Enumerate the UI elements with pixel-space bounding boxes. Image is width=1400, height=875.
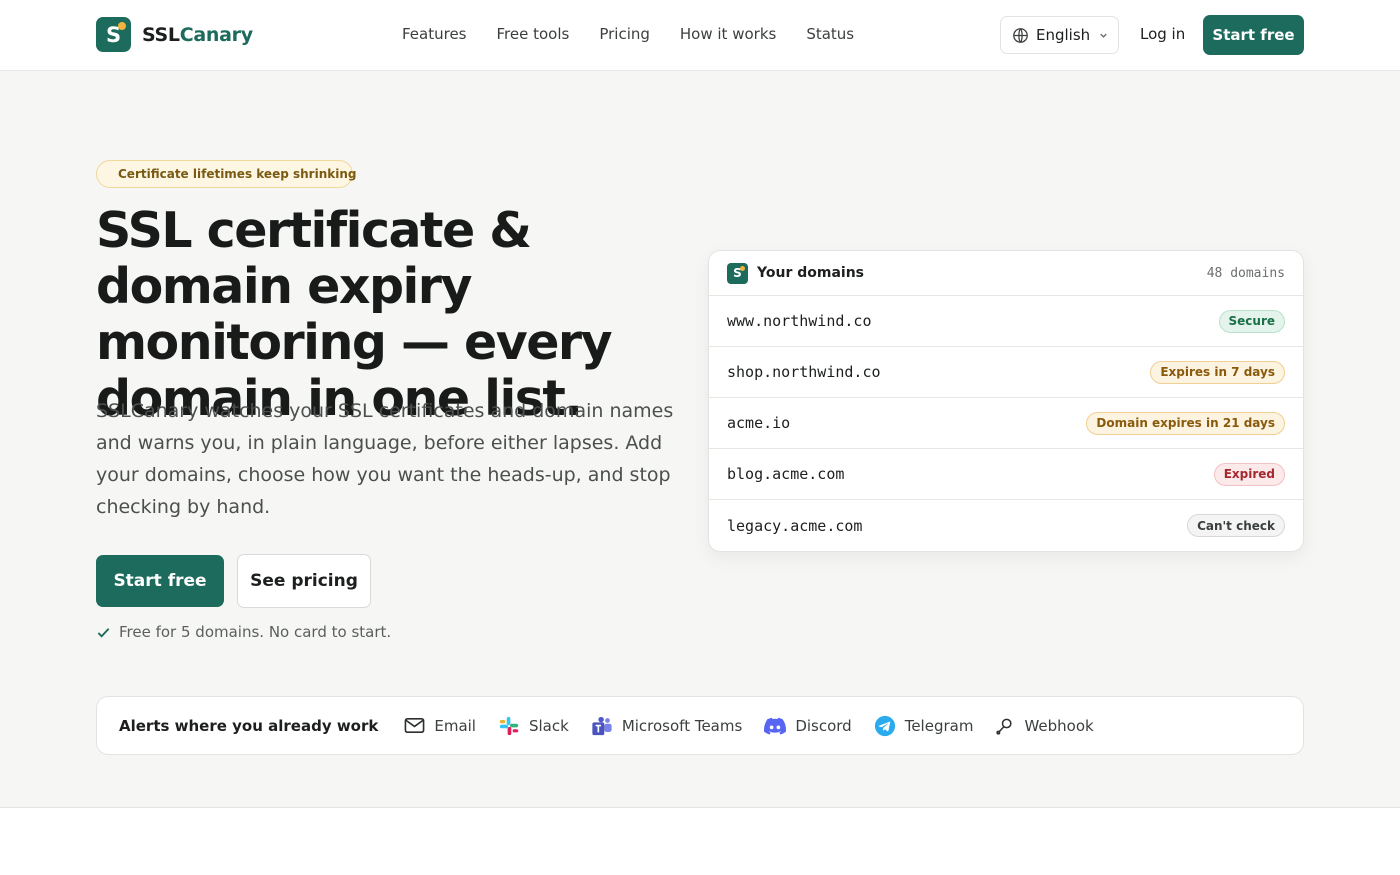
login-link[interactable]: Log in — [1140, 25, 1185, 43]
language-selector[interactable]: English — [1000, 16, 1119, 54]
hero-section: Certificate lifetimes keep shrinking SSL… — [0, 71, 1400, 808]
status-badge: Can't check — [1187, 514, 1285, 537]
start-free-button[interactable]: Start free — [96, 555, 224, 607]
domain-row[interactable]: shop.northwind.co Expires in 7 days — [709, 347, 1303, 398]
status-badge: Secure — [1218, 309, 1285, 333]
domains-card: S Your domains 48 domains www.northwind.… — [708, 250, 1304, 552]
domain-name: acme.io — [727, 414, 791, 432]
channel-discord: Discord — [764, 716, 852, 735]
status-badge: Expired — [1213, 462, 1285, 486]
channel-label: Email — [434, 716, 476, 735]
brand-logo[interactable]: S SSLCanary — [96, 17, 253, 52]
hero-subtext: SSLCanary watches your SSL certificates … — [96, 400, 674, 518]
channel-label: Telegram — [904, 716, 974, 735]
logo-mark-icon: S — [96, 17, 131, 52]
brand-name: SSLCanary — [142, 24, 253, 46]
channel-telegram: Telegram — [874, 715, 974, 737]
slack-icon — [499, 716, 519, 735]
domain-row[interactable]: www.northwind.co Secure — [709, 296, 1303, 347]
alerts-integrations-bar: Alerts where you already work Email Slac… — [96, 696, 1304, 755]
nav-link-status[interactable]: Status — [806, 25, 854, 43]
free-note: Free for 5 domains. No card to start. — [96, 623, 391, 641]
channel-label: Microsoft Teams — [621, 716, 743, 735]
status-badge: Expires in 7 days — [1150, 360, 1285, 384]
channel-label: Discord — [795, 716, 852, 735]
discord-icon — [764, 717, 787, 735]
language-label: English — [1036, 26, 1091, 44]
domains-card-title: Your domains — [757, 265, 864, 281]
domain-row[interactable]: acme.io Domain expires in 21 days — [709, 398, 1303, 449]
logo-dot — [118, 22, 126, 30]
domain-name: legacy.acme.com — [727, 516, 863, 535]
nav-link-pricing[interactable]: Pricing — [599, 25, 650, 43]
nav-link-free-tools[interactable]: Free tools — [497, 25, 570, 43]
mail-icon — [404, 718, 425, 733]
brand-name-part1: SSL — [142, 23, 180, 46]
nav-link-features[interactable]: Features — [402, 25, 467, 43]
domains-count: 48 domains — [1206, 265, 1285, 281]
channel-email: Email — [404, 717, 476, 735]
pill-label: Certificate lifetimes keep shrinking — [118, 167, 357, 181]
free-note-text: Free for 5 domains. No card to start. — [119, 623, 392, 641]
channel-slack: Slack — [498, 715, 569, 737]
telegram-icon — [874, 715, 895, 736]
domain-name: www.northwind.co — [727, 312, 872, 330]
nav-link-how-it-works[interactable]: How it works — [680, 25, 776, 43]
announcement-pill: Certificate lifetimes keep shrinking — [96, 160, 357, 188]
brand-name-part2: Canary — [179, 23, 253, 46]
card-logo-dot — [740, 265, 745, 271]
domains-card-header: S Your domains 48 domains — [709, 251, 1303, 296]
hero-headline: SSL certificate & domain expiry monitori… — [96, 202, 613, 427]
start-free-header-button[interactable]: Start free — [1203, 15, 1304, 55]
domain-name: blog.acme.com — [727, 465, 845, 483]
main-nav: Features Free tools Pricing How it works… — [402, 25, 854, 43]
card-logo-icon: S — [727, 262, 748, 284]
check-icon — [97, 627, 110, 638]
domain-row[interactable]: blog.acme.com Expired — [709, 449, 1303, 500]
alerts-label: Alerts where you already work — [119, 716, 379, 735]
status-badge: Domain expires in 21 days — [1086, 411, 1285, 435]
see-pricing-button[interactable]: See pricing — [237, 554, 371, 608]
globe-icon — [1013, 27, 1028, 43]
teams-icon — [592, 716, 612, 735]
domain-name: shop.northwind.co — [727, 363, 881, 381]
channel-label: Slack — [528, 716, 569, 735]
channel-label: Webhook — [1024, 716, 1094, 735]
top-navbar: S SSLCanary Features Free tools Pricing … — [0, 0, 1400, 71]
domain-row[interactable]: legacy.acme.com Can't check — [709, 500, 1303, 551]
chevron-down-icon — [1100, 33, 1107, 38]
channel-microsoft-teams: Microsoft Teams — [591, 715, 743, 737]
channel-webhook: Webhook — [995, 716, 1094, 736]
webhook-icon — [996, 718, 1013, 735]
